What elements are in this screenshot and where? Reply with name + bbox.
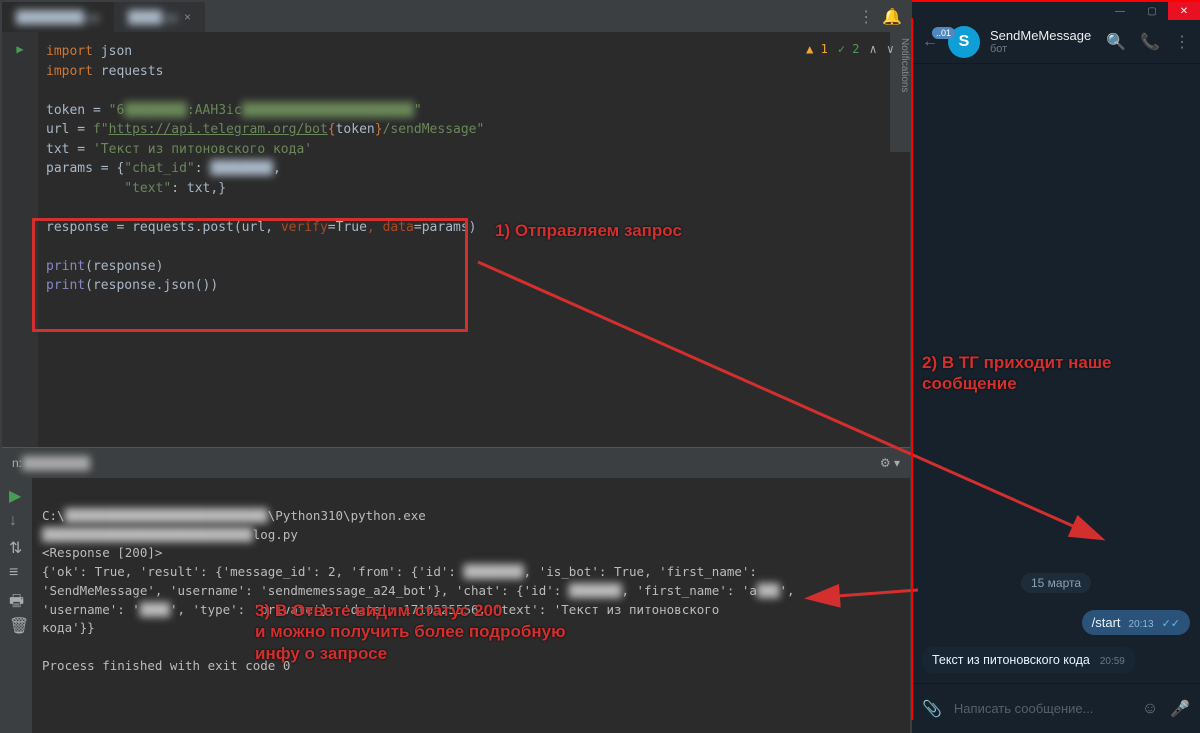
message-text: /start <box>1092 615 1121 630</box>
gutter: ▶ <box>2 32 38 447</box>
minimize-button[interactable]: — <box>1104 2 1136 20</box>
tab-1[interactable]: ████████.py <box>2 2 114 32</box>
close-button[interactable]: ✕ <box>1168 2 1200 20</box>
run-config-blur: ████████ <box>22 456 90 470</box>
ide-panel: ████████.py ████.py× ⋮ 🔔 Notifications ▶… <box>0 0 912 733</box>
run-header: n: ████████ ⚙ ▾ <box>2 448 910 478</box>
message-in[interactable]: Текст из питоновского кода 20:59 <box>922 647 1135 673</box>
run-panel: n: ████████ ⚙ ▾ ▶ ↓ ⇅ ≡ 🖶 🗑 C:\█████████… <box>2 447 910 733</box>
wrap-icon[interactable]: ⇅ <box>9 538 25 554</box>
attach-icon[interactable]: 📎 <box>922 699 942 719</box>
console-output[interactable]: C:\███████████████████████████\Python310… <box>32 478 910 733</box>
ok-icon: ✓ 2 <box>838 40 860 58</box>
telegram-panel: — ▢ ✕ ←..01 S SendMeMessage бот 🔍 📞 ⋮ 15… <box>912 0 1200 733</box>
phone-icon[interactable]: 📞 <box>1140 32 1160 52</box>
stop-icon[interactable]: ↓ <box>9 512 25 528</box>
tab-bar: ████████.py ████.py× ⋮ 🔔 <box>2 2 910 32</box>
chat-title[interactable]: SendMeMessage бот <box>990 28 1096 55</box>
tab-2[interactable]: ████.py× <box>114 2 205 32</box>
header-actions: 🔍 📞 ⋮ <box>1106 32 1190 52</box>
date-badge: 15 марта <box>1021 573 1091 593</box>
chat-header: ←..01 S SendMeMessage бот 🔍 📞 ⋮ <box>912 20 1200 64</box>
bot-status: бот <box>990 43 1096 55</box>
print-icon[interactable]: 🖶 <box>9 590 25 606</box>
more-icon[interactable]: ⋮ <box>1174 32 1190 52</box>
emoji-icon[interactable]: ☺ <box>1142 700 1158 718</box>
chat-area[interactable]: 15 марта /start 20:13 ✓✓ Текст из питоно… <box>912 64 1200 683</box>
inspection-bar[interactable]: ▲ 1 ✓ 2 ∧ ∨ <box>806 40 894 58</box>
close-icon[interactable]: × <box>184 10 191 24</box>
message-out[interactable]: /start 20:13 ✓✓ <box>1082 610 1190 635</box>
more-icon[interactable]: ⋮ <box>858 7 874 27</box>
editor-area[interactable]: ▶ ▲ 1 ✓ 2 ∧ ∨ import json import request… <box>2 32 910 447</box>
warning-icon: ▲ 1 <box>806 40 828 58</box>
message-text: Текст из питоновского кода <box>932 653 1090 667</box>
bell-icon[interactable]: 🔔 <box>882 7 902 27</box>
unread-badge: ..01 <box>932 27 955 39</box>
back-button[interactable]: ←..01 <box>922 33 938 51</box>
chevron-down-icon[interactable]: ∨ <box>887 40 894 58</box>
chevron-up-icon[interactable]: ∧ <box>870 40 877 58</box>
search-icon[interactable]: 🔍 <box>1106 32 1126 52</box>
window-titlebar: — ▢ ✕ <box>912 2 1200 20</box>
read-checks-icon: ✓✓ <box>1162 617 1180 630</box>
scroll-icon[interactable]: ≡ <box>9 564 25 580</box>
message-input-bar: 📎 ☺ 🎤 <box>912 683 1200 733</box>
gear-icon[interactable]: ⚙ ▾ <box>880 456 900 470</box>
message-time: 20:13 <box>1129 619 1154 630</box>
run-label: n: <box>12 456 22 470</box>
mic-icon[interactable]: 🎤 <box>1170 699 1190 719</box>
bot-name: SendMeMessage <box>990 28 1096 43</box>
rerun-icon[interactable]: ▶ <box>9 486 25 502</box>
run-toolbar: ▶ ↓ ⇅ ≡ 🖶 🗑 <box>2 478 32 733</box>
code-editor[interactable]: ▲ 1 ✓ 2 ∧ ∨ import json import requests … <box>38 32 910 447</box>
message-input[interactable] <box>954 701 1130 716</box>
maximize-button[interactable]: ▢ <box>1136 2 1168 20</box>
message-time: 20:59 <box>1100 656 1125 667</box>
trash-icon[interactable]: 🗑 <box>9 616 25 632</box>
